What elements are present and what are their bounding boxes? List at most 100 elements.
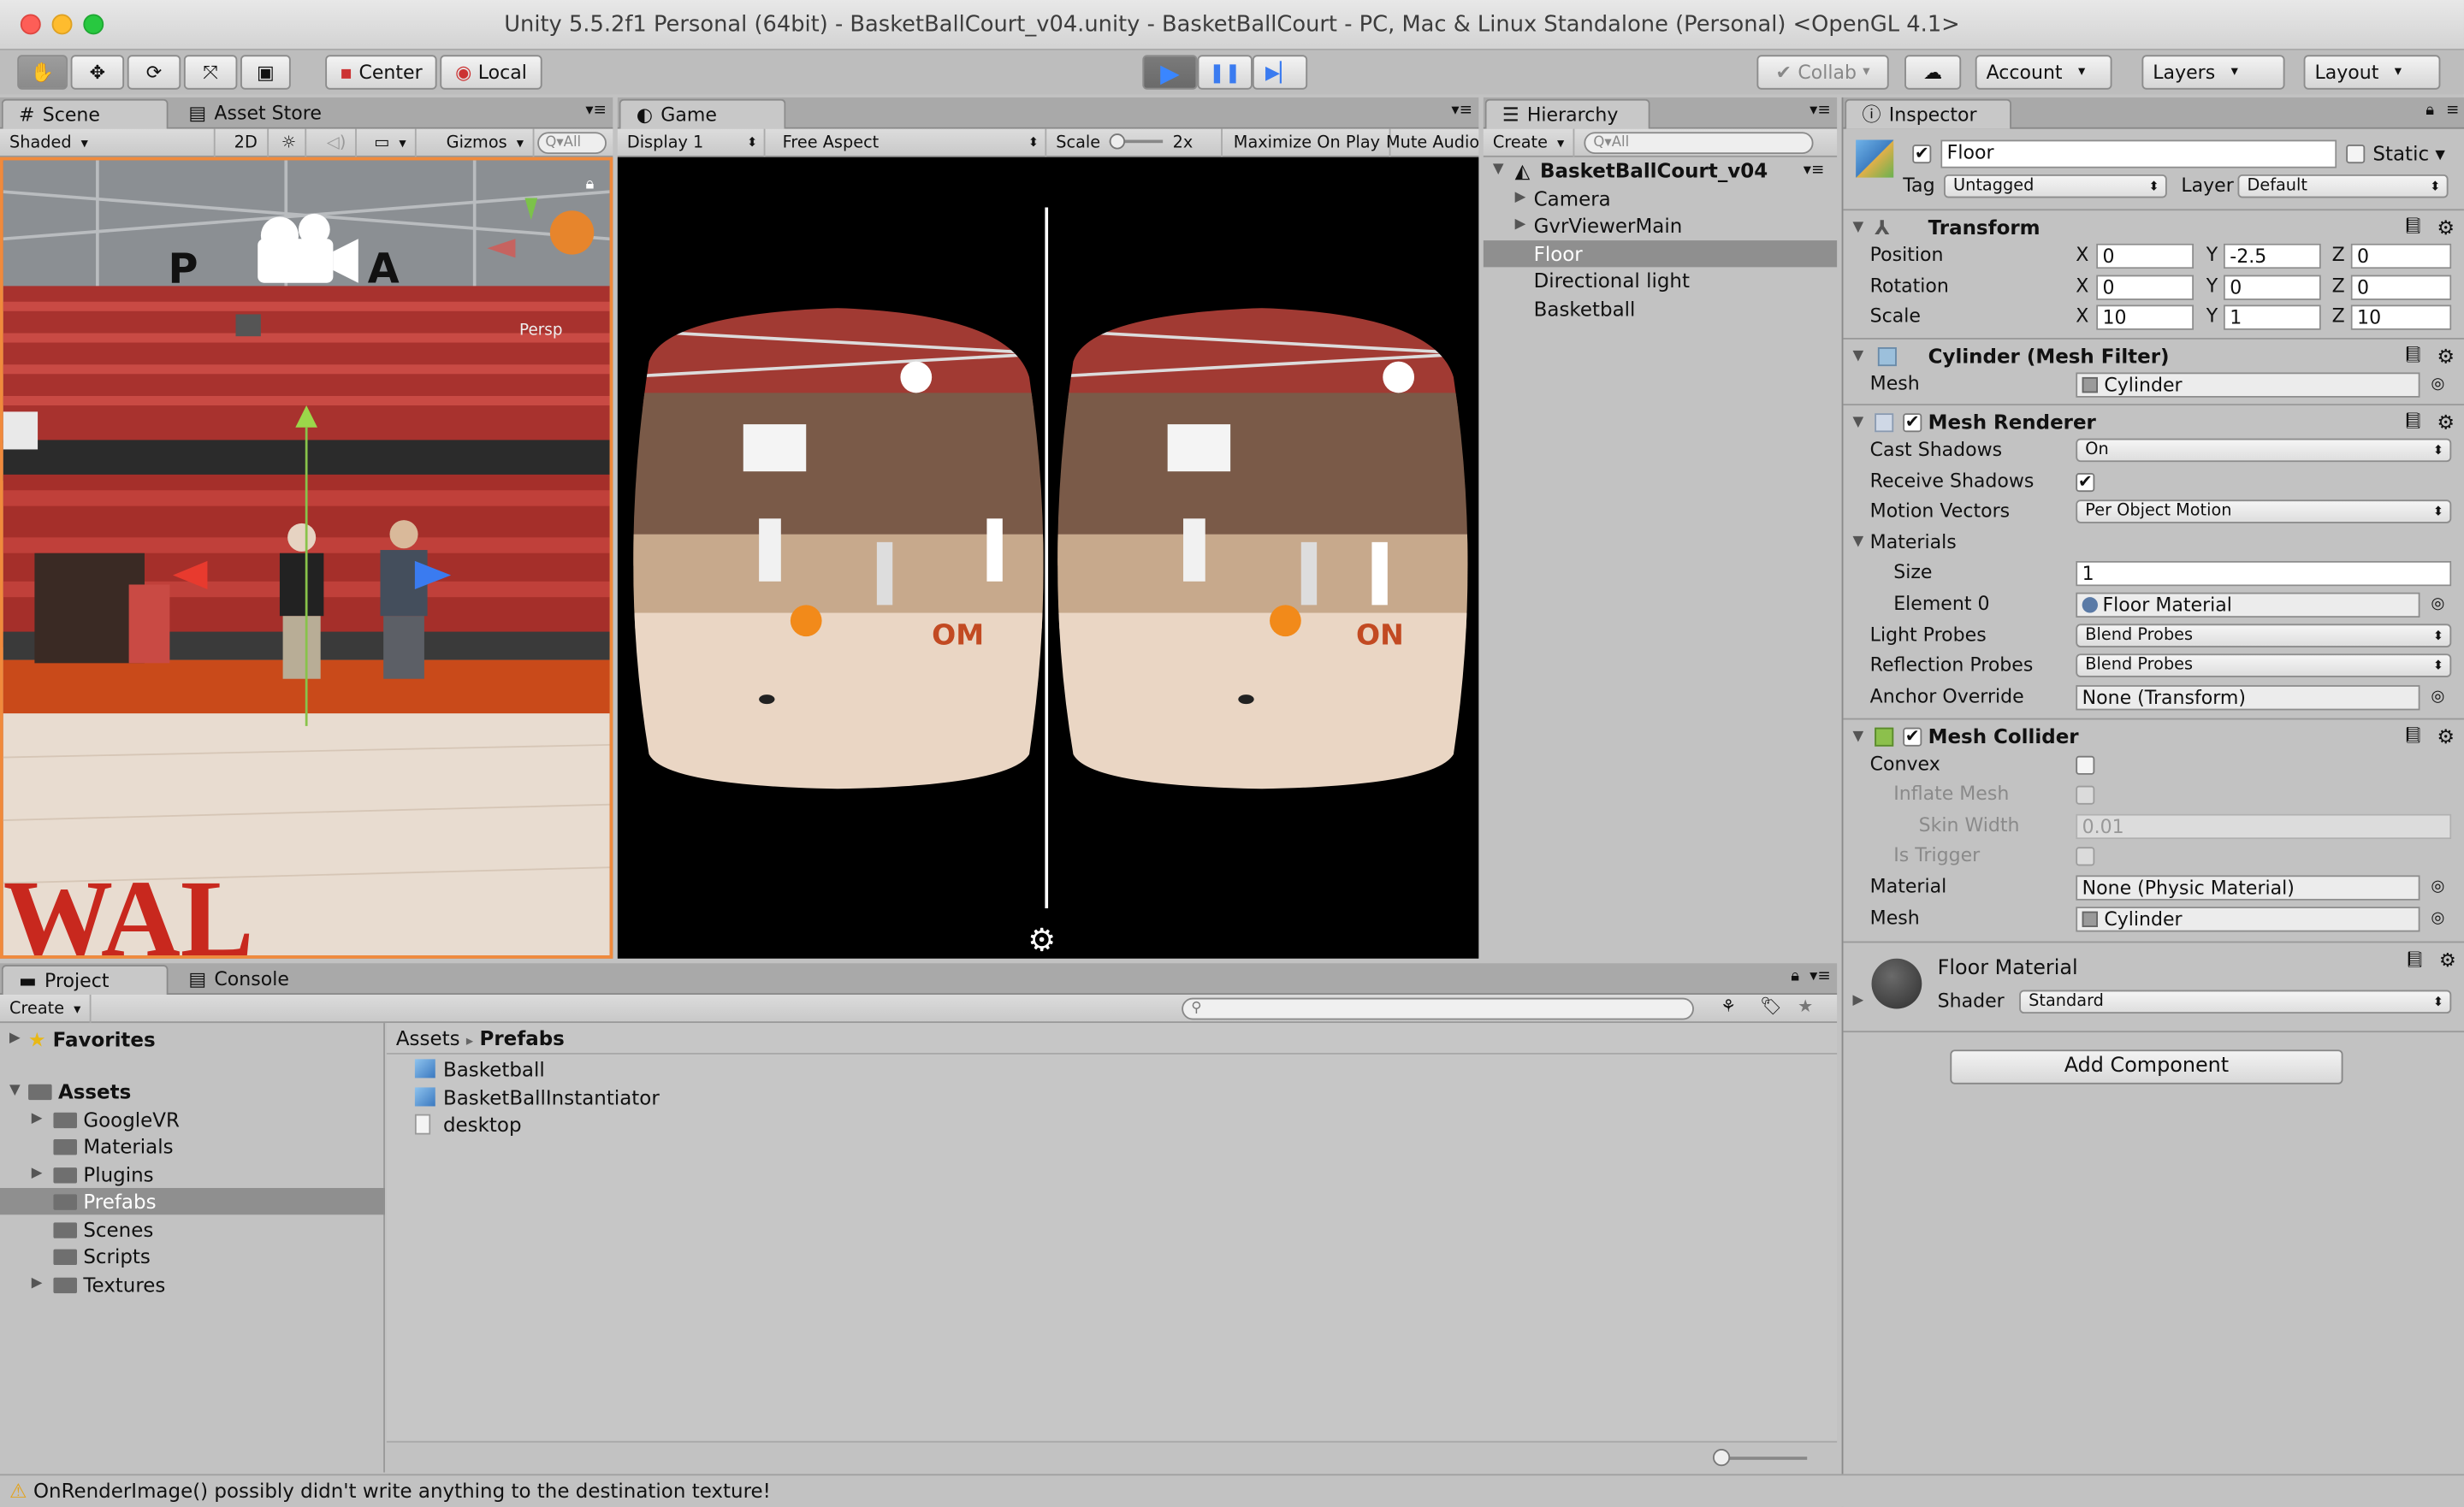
rotation-y-field[interactable]: 0	[2223, 275, 2321, 300]
panel-menu-icon[interactable]: ▾≡	[585, 102, 607, 119]
object-picker-icon[interactable]: ◎	[2431, 903, 2444, 933]
filter-by-type-icon[interactable]: ⚘	[1721, 996, 1736, 1017]
panel-menu-icon[interactable]: ≡	[2446, 102, 2459, 119]
effects-dropdown[interactable]: ▭	[364, 128, 418, 157]
shader-dropdown[interactable]: Standard	[2019, 990, 2452, 1014]
folder-row[interactable]: ▶ Textures	[0, 1271, 385, 1297]
active-checkbox[interactable]: ✔	[1912, 145, 1932, 164]
pivot-local-button[interactable]: ◉ Local	[440, 55, 542, 90]
hierarchy-item[interactable]: Directional light	[1484, 267, 1837, 293]
folder-row[interactable]: ▶ Plugins	[0, 1161, 385, 1188]
mesh-object-field[interactable]: Cylinder	[2076, 372, 2420, 398]
folder-row[interactable]: ▶ GoogleVR	[0, 1106, 385, 1132]
cloud-button[interactable]: ☁	[1904, 55, 1962, 90]
lock-icon[interactable]: 🔒︎	[585, 176, 594, 193]
static-checkbox[interactable]	[2346, 145, 2366, 164]
2d-toggle[interactable]: 2D	[225, 128, 269, 157]
folder-row[interactable]: Scenes	[0, 1216, 385, 1243]
panel-menu-icon[interactable]: ▾≡	[1810, 102, 1831, 119]
object-picker-icon[interactable]: ◎	[2431, 682, 2444, 712]
mesh-renderer-header[interactable]: ▼ ✔ Mesh Renderer 📘︎ ⚙	[1843, 404, 2464, 438]
file-item[interactable]: desktop	[414, 1111, 886, 1138]
pause-button[interactable]: ❚❚	[1197, 55, 1253, 90]
mesh-filter-header[interactable]: ▼ Cylinder (Mesh Filter) 📘︎ ⚙	[1843, 338, 2464, 372]
account-dropdown[interactable]: Account	[1975, 55, 2112, 90]
lighting-toggle[interactable]: ☼	[272, 128, 307, 157]
move-tool-button[interactable]: ✥	[70, 55, 125, 90]
hierarchy-item[interactable]: Basketball	[1484, 295, 1837, 322]
audio-toggle[interactable]: ◁)	[317, 128, 358, 157]
aspect-dropdown[interactable]: Free Aspect ⬍	[773, 128, 1047, 157]
tab-scene[interactable]: # Scene	[1, 98, 169, 129]
motion-vectors-dropdown[interactable]: Per Object Motion	[2076, 499, 2452, 523]
element0-field[interactable]: Floor Material	[2076, 592, 2420, 618]
breadcrumb-prefabs[interactable]: Prefabs	[480, 1026, 565, 1050]
scale-slider[interactable]: Scale 2x	[1046, 128, 1223, 157]
scene-search-input[interactable]: Q▾All	[537, 132, 607, 155]
folder-row[interactable]: Materials	[0, 1133, 385, 1160]
gear-icon[interactable]: ⚙	[2439, 949, 2456, 972]
scene-root-row[interactable]: ▼ ◭ BasketBallCourt_v04 ▾≡	[1484, 157, 1837, 184]
object-name-field[interactable]: Floor	[1940, 139, 2337, 168]
maximize-on-play-toggle[interactable]: Maximize On Play	[1224, 128, 1391, 157]
play-button[interactable]: ▶	[1142, 55, 1198, 90]
layer-dropdown[interactable]: Default	[2237, 174, 2449, 198]
mesh-collider-enabled-checkbox[interactable]: ✔	[1903, 727, 1922, 747]
object-picker-icon[interactable]: ◎	[2431, 872, 2444, 902]
rotation-x-field[interactable]: 0	[2096, 275, 2194, 300]
rotate-tool-button[interactable]: ⟳	[127, 55, 181, 90]
anchor-override-field[interactable]: None (Transform)	[2076, 685, 2420, 711]
folder-row-selected[interactable]: Prefabs	[0, 1187, 385, 1215]
scale-z-field[interactable]: 10	[2350, 304, 2452, 330]
step-button[interactable]: ▶▏	[1252, 55, 1308, 90]
materials-size-field[interactable]: 1	[2076, 560, 2452, 587]
add-component-button[interactable]: Add Component	[1950, 1049, 2343, 1084]
hierarchy-create-button[interactable]: Create	[1484, 128, 1576, 157]
assets-row[interactable]: ▼ Assets	[0, 1078, 385, 1104]
layout-dropdown[interactable]: Layout	[2303, 55, 2441, 90]
hierarchy-item[interactable]: ▶ Camera	[1484, 186, 1837, 212]
tag-dropdown[interactable]: Untagged	[1943, 174, 2167, 198]
project-create-button[interactable]: Create	[0, 995, 92, 1024]
object-picker-icon[interactable]: ◎	[2431, 369, 2444, 399]
breadcrumb-assets[interactable]: Assets	[396, 1026, 460, 1050]
gizmos-dropdown[interactable]: Gizmos	[437, 128, 535, 157]
scale-y-field[interactable]: 1	[2223, 304, 2321, 330]
file-item[interactable]: Basketball	[414, 1056, 886, 1083]
file-item[interactable]: BasketBallInstantiator	[414, 1084, 886, 1111]
mute-audio-toggle[interactable]: Mute Audio	[1377, 129, 1489, 157]
tab-console[interactable]: ▤ Console	[173, 965, 305, 995]
position-z-field[interactable]: 0	[2350, 243, 2452, 269]
collider-mesh-field[interactable]: Cylinder	[2076, 907, 2420, 932]
transform-header[interactable]: ▼ ⅄ Transform 📘︎ ⚙	[1843, 209, 2464, 243]
scene-menu-icon[interactable]: ▾≡	[1804, 157, 1825, 184]
favorites-row[interactable]: ▶ ★ Favorites	[0, 1026, 385, 1053]
slider-thumb[interactable]	[1713, 1448, 1731, 1467]
shading-dropdown[interactable]: Shaded	[0, 128, 216, 157]
game-viewport[interactable]: OM ON ⚙	[617, 157, 1479, 959]
rotation-z-field[interactable]: 0	[2350, 275, 2452, 300]
position-x-field[interactable]: 0	[2096, 243, 2194, 269]
lock-icon[interactable]: 🔒︎	[2426, 102, 2434, 119]
tab-asset-store[interactable]: ▤ Asset Store	[173, 99, 337, 129]
light-probes-dropdown[interactable]: Blend Probes	[2076, 623, 2452, 647]
position-y-field[interactable]: -2.5	[2223, 243, 2321, 269]
convex-checkbox[interactable]	[2076, 755, 2095, 775]
cardboard-settings-icon[interactable]: ⚙	[1028, 921, 1056, 959]
cast-shadows-dropdown[interactable]: On	[2076, 438, 2452, 463]
hand-tool-button[interactable]: ✋	[17, 55, 68, 90]
mesh-collider-header[interactable]: ▼ ✔ Mesh Collider 📘︎ ⚙	[1843, 718, 2464, 753]
hierarchy-item-selected[interactable]: Floor	[1483, 240, 1838, 268]
panel-menu-icon[interactable]: ▾≡	[1810, 968, 1831, 985]
tab-hierarchy[interactable]: ☰ Hierarchy	[1484, 98, 1650, 129]
display-dropdown[interactable]: Display 1 ⬍	[618, 128, 766, 157]
tab-inspector[interactable]: ⓘ Inspector	[1845, 98, 2011, 129]
scene-viewport[interactable]: WAL P A Persp 🔒︎	[0, 157, 613, 959]
tab-project[interactable]: ▬ Project	[1, 965, 169, 996]
scale-x-field[interactable]: 10	[2096, 304, 2194, 330]
hierarchy-item[interactable]: ▶ GvrViewerMain	[1484, 212, 1837, 239]
icon-size-slider[interactable]	[1713, 1448, 1808, 1467]
rect-tool-button[interactable]: ▣	[240, 55, 291, 90]
materials-row[interactable]: ▼ Materials	[1843, 528, 2463, 558]
object-picker-icon[interactable]: ◎	[2431, 589, 2444, 619]
